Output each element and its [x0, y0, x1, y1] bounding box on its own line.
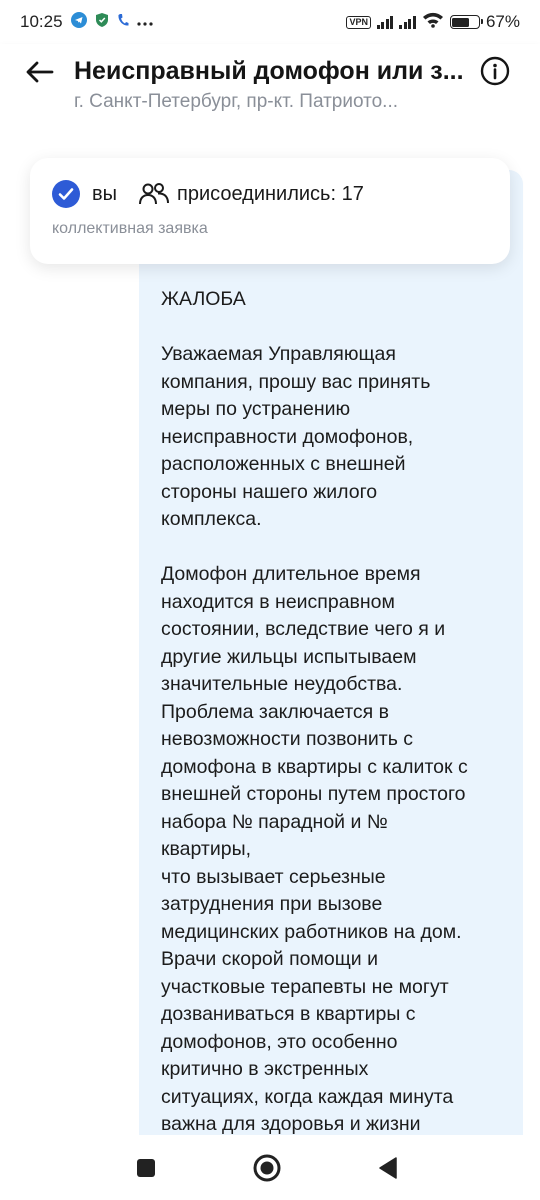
complaint-paragraph: Уважаемая Управляющая компания, прошу ва… [161, 343, 431, 530]
app-header: Неисправный домофон или з... г. Санкт-Пе… [0, 44, 540, 130]
shield-icon [95, 12, 109, 33]
wifi-icon [422, 12, 444, 33]
home-button[interactable] [252, 1153, 282, 1183]
status-right: VPN 67% [346, 12, 520, 33]
people-group-icon [137, 182, 171, 206]
system-nav-bar [0, 1135, 540, 1200]
content-area[interactable]: ЖАЛОБА Уважаемая Управляющая компания, п… [0, 130, 540, 1135]
complaint-heading: ЖАЛОБА [161, 288, 246, 310]
home-circle-icon [253, 1154, 281, 1182]
recents-square-icon [137, 1159, 155, 1177]
recents-button[interactable] [131, 1153, 161, 1183]
back-button[interactable] [22, 54, 58, 90]
back-nav-button[interactable] [373, 1153, 403, 1183]
page-subtitle-address: г. Санкт-Петербург, пр-кт. Патриото... [74, 91, 399, 112]
battery-fill [452, 17, 470, 27]
arrow-left-icon [26, 61, 54, 83]
status-time: 10:25 [20, 12, 63, 31]
you-label: вы [92, 182, 117, 205]
info-icon [480, 56, 510, 86]
signal-icon [399, 15, 416, 29]
info-button[interactable] [478, 54, 512, 88]
collective-request-caption: коллективная заявка [52, 220, 208, 237]
joined-row: вы присоединились: 17 [52, 178, 364, 210]
page-title: Неисправный домофон или з... [74, 57, 464, 85]
signal-icon [376, 15, 394, 29]
vpn-icon: VPN [346, 15, 371, 29]
status-left: 10:25 [20, 11, 153, 33]
joined-count-label: присоединились: 17 [177, 182, 364, 205]
complaint-text: ЖАЛОБА Уважаемая Управляющая компания, п… [161, 286, 511, 1135]
collective-request-card[interactable]: вы присоединились: 17 коллективная заявк… [30, 158, 510, 264]
more-dots-icon [136, 12, 153, 32]
complaint-paragraph: Домофон длительное время находится в неи… [161, 563, 468, 1135]
checkmark-icon [52, 180, 80, 208]
status-bar: 10:25 VPN 67% [0, 0, 540, 44]
battery-percent: 67% [485, 12, 520, 31]
battery-icon [449, 15, 483, 29]
telegram-icon [70, 11, 87, 33]
battery-percent-value: 67 [485, 12, 505, 31]
back-triangle-icon [379, 1157, 397, 1179]
phone-icon [117, 12, 129, 32]
